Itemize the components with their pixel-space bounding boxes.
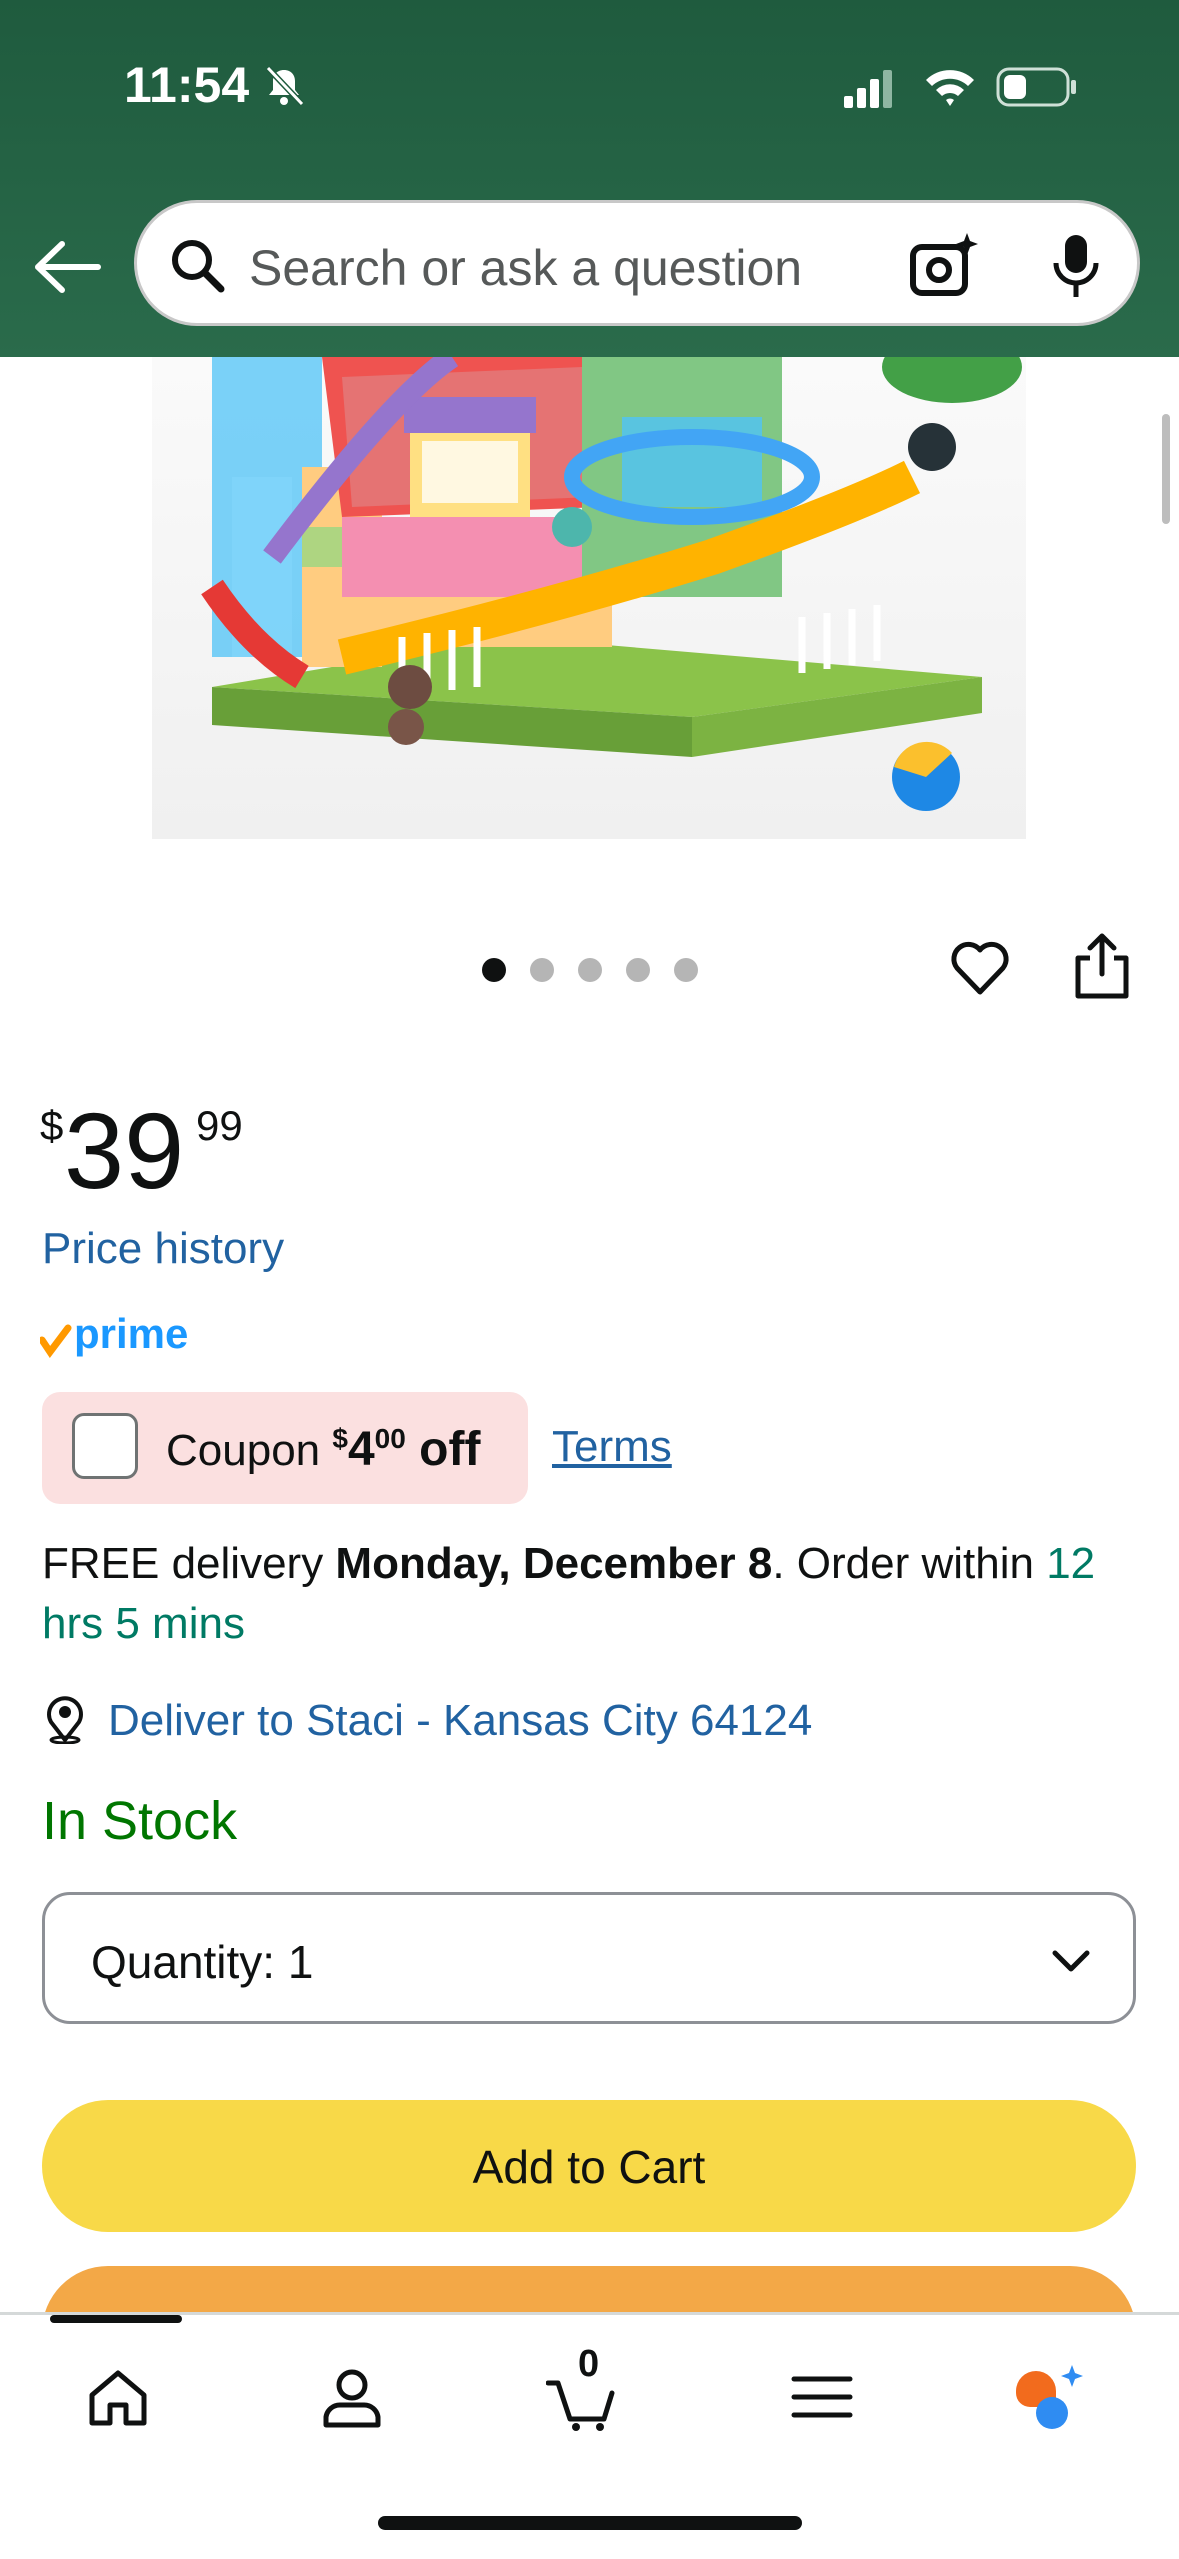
microphone-icon[interactable] xyxy=(1049,231,1103,301)
camera-lens-icon[interactable] xyxy=(909,231,981,299)
search-icon xyxy=(172,240,225,293)
scrollbar[interactable] xyxy=(1162,414,1170,524)
quantity-label: Quantity: 1 xyxy=(91,1936,314,1988)
coupon-terms-link[interactable]: Terms xyxy=(552,1422,672,1472)
product-image[interactable] xyxy=(152,357,1026,839)
status-time: 11:54 xyxy=(124,57,250,113)
coupon-box: Coupon $400 off xyxy=(42,1392,528,1504)
carousel-dot[interactable] xyxy=(578,958,602,982)
account-icon[interactable] xyxy=(316,2361,388,2433)
carousel-dot[interactable] xyxy=(674,958,698,982)
share-icon[interactable] xyxy=(1070,932,1134,1002)
coupon-amount: $400 off xyxy=(332,1423,481,1476)
bell-slash-icon xyxy=(265,65,305,107)
nav-active-indicator xyxy=(50,2315,182,2323)
price-whole: 39 xyxy=(64,1090,185,1211)
quantity-select[interactable]: Quantity: 1 xyxy=(42,1892,1136,2024)
app-header: 11:54 Search or ask a question xyxy=(0,0,1179,357)
price-fraction: 99 xyxy=(196,1102,243,1149)
delivery-info: FREE delivery Monday, December 8. Order … xyxy=(42,1539,1096,1648)
rufus-assistant-icon[interactable] xyxy=(1012,2361,1084,2433)
price-currency: $ xyxy=(40,1102,64,1149)
heart-icon[interactable] xyxy=(948,936,1012,1000)
carousel-dot[interactable] xyxy=(530,958,554,982)
menu-icon[interactable] xyxy=(786,2361,858,2433)
location-pin-icon xyxy=(47,1696,83,1744)
search-bar[interactable]: Search or ask a question xyxy=(134,200,1140,326)
home-indicator xyxy=(378,2516,802,2530)
cellular-signal-icon xyxy=(844,70,892,108)
back-arrow-icon[interactable] xyxy=(32,236,104,298)
chevron-down-icon xyxy=(1052,1950,1090,1972)
product-illustration xyxy=(201,357,1022,811)
deliver-to-link[interactable]: Deliver to Staci - Kansas City 64124 xyxy=(108,1696,812,1746)
svg-text:prime: prime xyxy=(74,1310,188,1357)
price-history-link[interactable]: Price history xyxy=(42,1224,284,1274)
add-to-cart-label: Add to Cart xyxy=(472,2141,706,2193)
coupon-prefix: Coupon xyxy=(166,1426,321,1475)
coupon-text: Coupon $400 off xyxy=(166,1422,480,1477)
carousel-dot[interactable] xyxy=(482,958,506,982)
wifi-icon xyxy=(926,70,974,106)
cart-count: 0 xyxy=(578,2343,600,2385)
home-icon[interactable] xyxy=(82,2361,154,2433)
coupon-checkbox[interactable] xyxy=(72,1413,138,1479)
add-to-cart-button[interactable]: Add to Cart xyxy=(42,2100,1136,2232)
battery-icon xyxy=(996,67,1076,107)
carousel-dot[interactable] xyxy=(626,958,650,982)
search-input[interactable]: Search or ask a question xyxy=(249,239,802,297)
stock-status: In Stock xyxy=(42,1791,238,1851)
prime-logo: prime xyxy=(40,1310,188,1359)
